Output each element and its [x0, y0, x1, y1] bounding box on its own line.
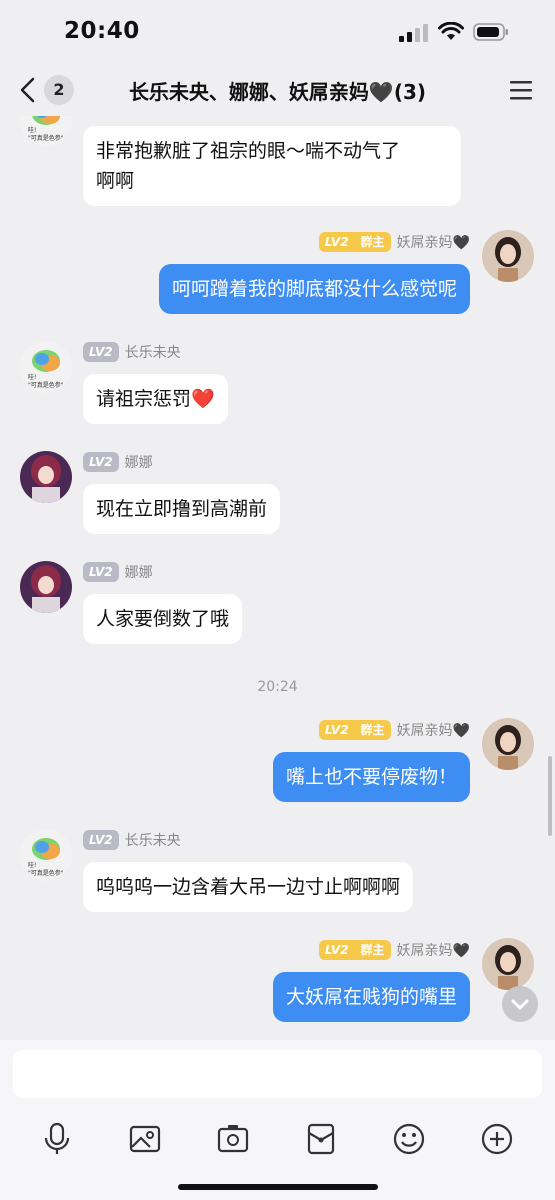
- sender-meta: LV2 群主 妖屌亲妈🖤: [318, 720, 470, 740]
- sender-meta: LV2 群主 妖屌亲妈🖤: [318, 232, 470, 252]
- chevron-down-icon: [511, 999, 529, 1010]
- sender-meta: LV2 长乐未央: [83, 342, 181, 362]
- microphone-icon[interactable]: [40, 1122, 74, 1156]
- message-bubble[interactable]: 人家要倒数了哦: [83, 594, 243, 644]
- emoji-icon[interactable]: [392, 1122, 426, 1156]
- avatar-yaodiao[interactable]: [482, 230, 534, 282]
- avatar-nana[interactable]: [20, 451, 72, 503]
- message-text: 呜呜呜一边含着大吊一边寸止啊啊啊: [96, 876, 401, 898]
- message-input[interactable]: [13, 1050, 542, 1098]
- camera-icon[interactable]: [216, 1122, 250, 1156]
- timestamp-divider: 20:24: [257, 679, 298, 695]
- image-icon[interactable]: [128, 1122, 162, 1156]
- sender-name: 娜娜: [124, 565, 153, 581]
- chat-title: 长乐未央、娜娜、妖屌亲妈🖤(3): [128, 80, 427, 104]
- svg-text:"可真是色参": "可真是色参": [28, 134, 64, 142]
- sender-name: 妖屌亲妈🖤: [396, 723, 470, 739]
- owner-badge: 群主: [354, 232, 391, 252]
- scrollbar-thumb[interactable]: [548, 756, 552, 836]
- message-bubble[interactable]: 大妖屌在贱狗的嘴里: [272, 972, 470, 1022]
- battery-icon: [473, 23, 508, 41]
- avatar-nana[interactable]: [20, 561, 72, 613]
- status-bar: 20:40: [0, 0, 555, 64]
- level-badge: LV2: [318, 232, 355, 252]
- sender-name: 妖屌亲妈🖤: [396, 235, 470, 251]
- message-bubble[interactable]: 请祖宗惩罚❤️: [83, 374, 228, 424]
- status-time: 20:40: [64, 18, 140, 44]
- message-bubble[interactable]: 嘴上也不要停废物！: [272, 752, 470, 802]
- sender-meta: LV2 群主 妖屌亲妈🖤: [318, 940, 470, 960]
- sender-name: 妖屌亲妈🖤: [396, 943, 470, 959]
- sender-meta: LV2 娜娜: [83, 562, 153, 582]
- svg-text:哇!: 哇!: [28, 861, 36, 869]
- message-bubble[interactable]: 现在立即撸到高潮前: [83, 484, 281, 534]
- message-text: 嘴上也不要停废物！: [285, 766, 457, 788]
- avatar-yaodiao[interactable]: [482, 938, 534, 990]
- level-badge: LV2: [83, 562, 119, 582]
- message-bubble[interactable]: 非常抱歉脏了祖宗的眼～喘不动气了 啊啊: [83, 126, 461, 206]
- level-badge: LV2: [318, 720, 355, 740]
- sender-name: 长乐未央: [124, 345, 181, 361]
- message-line: 啊啊: [96, 170, 135, 192]
- message-list[interactable]: 哇! "可真是色参" 非常抱歉脏了祖宗的眼～喘不动气了 啊啊 LV2 群主 妖屌亲…: [0, 116, 555, 1040]
- owner-badge: 群主: [354, 940, 391, 960]
- message-text: 大妖屌在贱狗的嘴里: [285, 986, 457, 1008]
- level-badge: LV2: [83, 342, 119, 362]
- message-text: 人家要倒数了哦: [96, 608, 230, 630]
- svg-text:"可真是色参": "可真是色参": [28, 869, 64, 877]
- level-badge: LV2: [83, 830, 119, 850]
- back-chevron-icon[interactable]: [16, 76, 40, 104]
- message-text: 现在立即撸到高潮前: [96, 498, 268, 520]
- message-bubble[interactable]: 呜呜呜一边含着大吊一边寸止啊啊啊: [83, 862, 414, 912]
- message-text: 呵呵蹭着我的脚底都没什么感觉呢: [171, 278, 457, 300]
- scroll-to-bottom-button[interactable]: [502, 986, 538, 1022]
- home-indicator: [178, 1184, 378, 1190]
- svg-text:哇!: 哇!: [28, 373, 36, 381]
- input-toolbar: [0, 1122, 555, 1158]
- sender-name: 长乐未央: [124, 833, 181, 849]
- cellular-signal-icon: [399, 24, 428, 42]
- sender-name: 娜娜: [124, 455, 153, 471]
- avatar-changle[interactable]: 哇! "可真是色参": [20, 116, 72, 146]
- sender-meta: LV2 娜娜: [83, 452, 153, 472]
- avatar-yaodiao[interactable]: [482, 718, 534, 770]
- menu-icon[interactable]: [508, 78, 534, 102]
- wifi-icon: [438, 22, 464, 40]
- owner-badge: 群主: [354, 720, 391, 740]
- avatar-changle[interactable]: 哇! "可真是色参": [20, 829, 72, 881]
- svg-text:哇!: 哇!: [28, 126, 36, 134]
- chat-header: 2 长乐未央、娜娜、妖屌亲妈🖤(3): [0, 64, 555, 116]
- message-text: 请祖宗惩罚❤️: [96, 388, 215, 410]
- message-line: 非常抱歉脏了祖宗的眼～喘不动气了: [96, 140, 401, 162]
- svg-text:"可真是色参": "可真是色参": [28, 381, 64, 389]
- plus-icon[interactable]: [480, 1122, 514, 1156]
- message-bubble[interactable]: 呵呵蹭着我的脚底都没什么感觉呢: [158, 264, 470, 314]
- unread-count-badge[interactable]: 2: [44, 75, 74, 105]
- input-area: [0, 1040, 555, 1200]
- level-badge: LV2: [83, 452, 119, 472]
- level-badge: LV2: [318, 940, 355, 960]
- red-packet-icon[interactable]: [304, 1122, 338, 1156]
- avatar-changle[interactable]: 哇! "可真是色参": [20, 341, 72, 393]
- sender-meta: LV2 长乐未央: [83, 830, 181, 850]
